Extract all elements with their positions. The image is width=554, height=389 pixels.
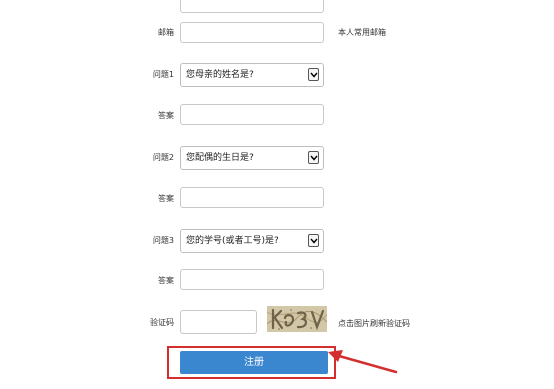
red-arrow-icon <box>328 350 398 374</box>
answer1-label: 答案 <box>158 111 174 120</box>
chevron-down-icon[interactable] <box>308 151 319 164</box>
email-input[interactable] <box>180 22 324 43</box>
answer2-label: 答案 <box>158 194 174 203</box>
question3-selected-value: 您的学号(或者工号)是? <box>186 236 279 246</box>
captcha-image[interactable] <box>267 306 327 332</box>
captcha-label: 验证码 <box>150 318 174 327</box>
captcha-hint: 点击图片刷新验证码 <box>338 319 410 328</box>
answer2-input[interactable] <box>180 187 324 208</box>
chevron-down-icon[interactable] <box>308 68 319 81</box>
question2-label: 问题2 <box>152 153 174 162</box>
chevron-down-icon[interactable] <box>308 234 319 247</box>
captcha-input[interactable] <box>180 310 257 334</box>
question3-label: 问题3 <box>152 236 174 245</box>
question2-select[interactable]: 您配偶的生日是? <box>180 146 324 170</box>
answer1-input[interactable] <box>180 104 324 125</box>
question2-selected-value: 您配偶的生日是? <box>186 153 254 163</box>
question3-select[interactable]: 您的学号(或者工号)是? <box>180 229 324 253</box>
email-label: 邮箱 <box>158 28 174 37</box>
answer3-input[interactable] <box>180 269 324 290</box>
question1-selected-value: 您母亲的姓名是? <box>186 70 254 80</box>
question1-select[interactable]: 您母亲的姓名是? <box>180 63 324 87</box>
answer3-label: 答案 <box>158 276 174 285</box>
previous-field-input[interactable] <box>180 0 324 13</box>
email-hint: 本人常用邮箱 <box>338 28 386 37</box>
register-button[interactable]: 注册 <box>180 351 328 374</box>
registration-form: 邮箱 本人常用邮箱 问题1 您母亲的姓名是? 答案 问题2 您配偶的生日是? 答… <box>0 0 554 389</box>
question1-label: 问题1 <box>152 70 174 79</box>
